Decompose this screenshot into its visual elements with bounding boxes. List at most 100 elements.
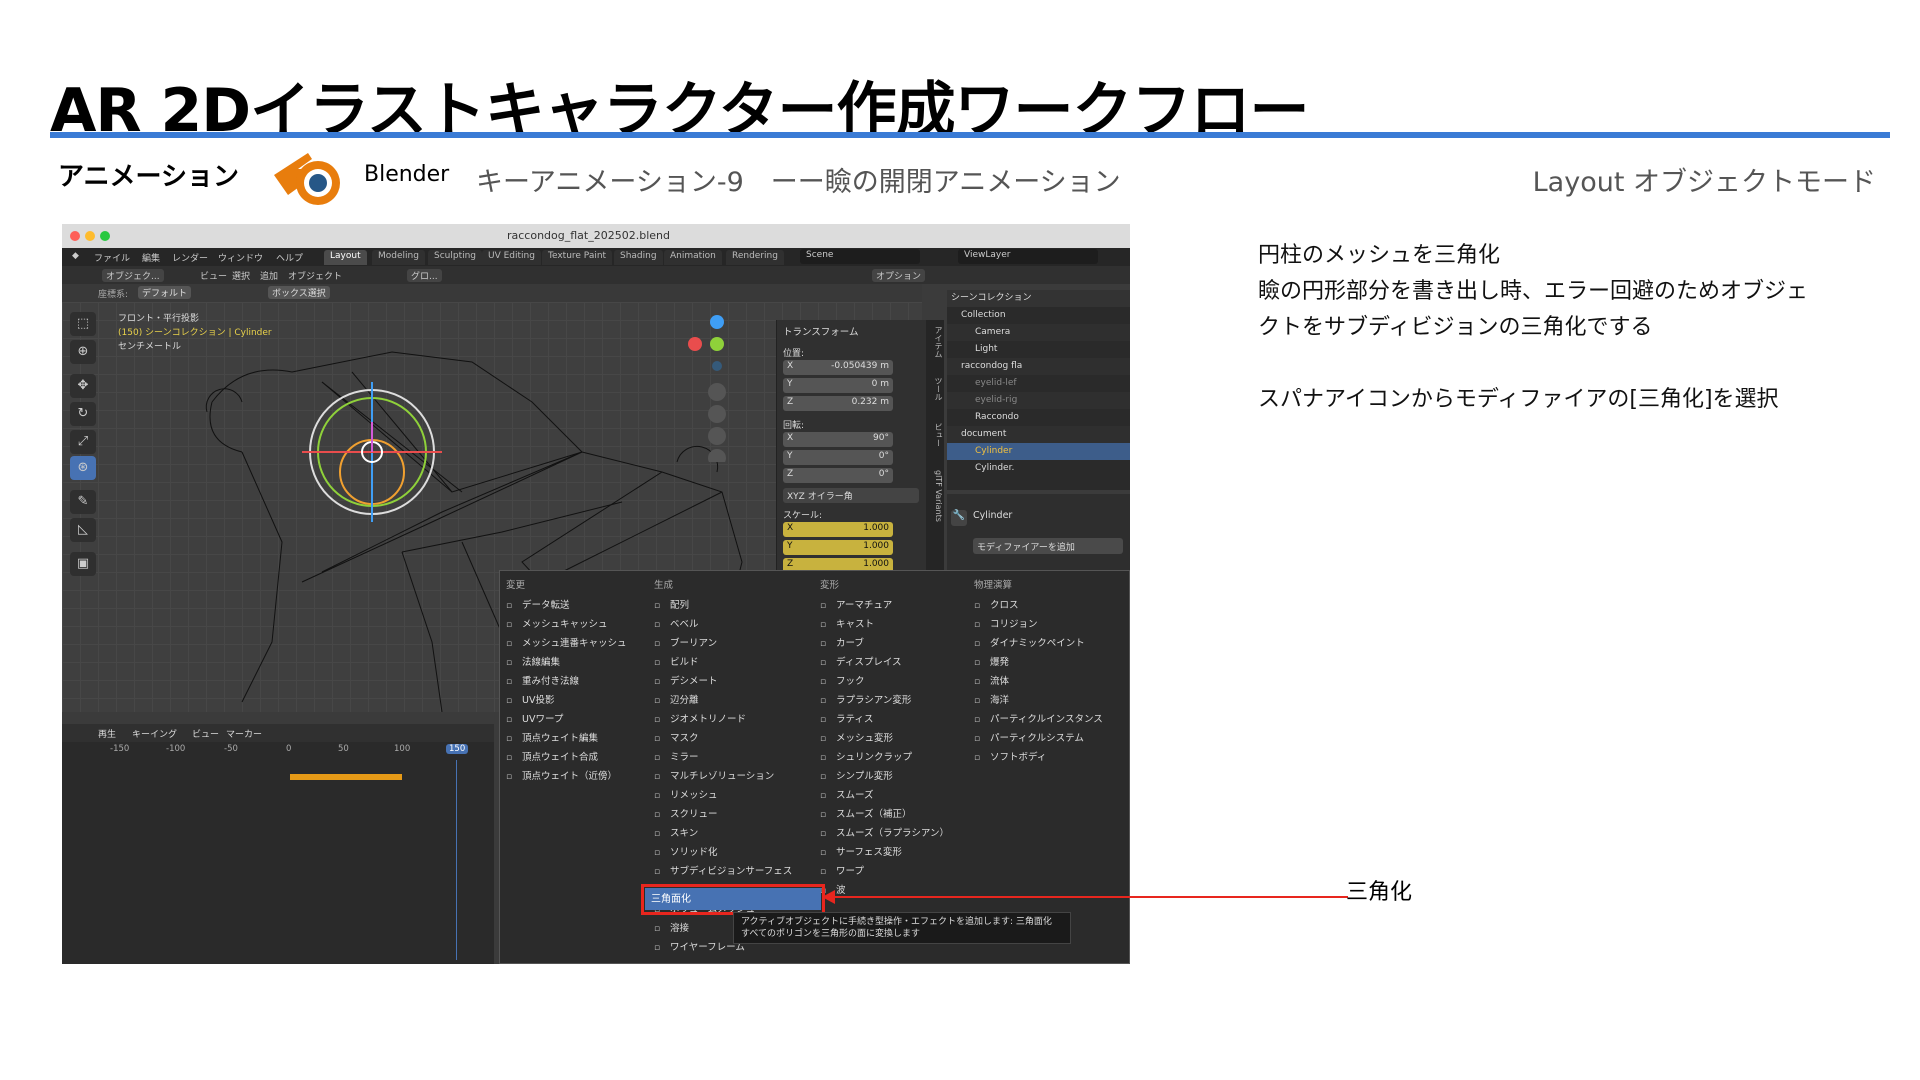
menu-item-1-8[interactable]: ▫ ミラー xyxy=(654,749,699,766)
current-frame-indicator[interactable]: 150 xyxy=(446,744,469,754)
minimize-window-button[interactable] xyxy=(85,231,95,241)
menu-item-2-3[interactable]: ▫ ディスプレイス xyxy=(820,654,902,671)
menu-item-2-7[interactable]: ▫ メッシュ変形 xyxy=(820,730,893,747)
menu-help[interactable]: ヘルプ xyxy=(276,251,303,264)
menu-item-0-4[interactable]: ▫ 重み付き法線 xyxy=(506,673,579,690)
rotation-z-field[interactable]: Z 0° xyxy=(783,468,893,483)
menu-item-1-0[interactable]: ▫ 配列 xyxy=(654,597,689,614)
menu-item-3-6[interactable]: ▫ パーティクルインスタンス xyxy=(974,711,1103,728)
menu-item-3-1[interactable]: ▫ コリジョン xyxy=(974,616,1038,633)
menu-edit[interactable]: 編集 xyxy=(142,251,160,264)
transform-orientation-dropdown[interactable]: グロ... xyxy=(407,269,442,282)
select-mode-dropdown[interactable]: ボックス選択 xyxy=(268,286,330,299)
menu-item-1-2[interactable]: ▫ ブーリアン xyxy=(654,635,717,652)
location-x-field[interactable]: X -0.050439 m xyxy=(783,360,893,375)
outliner-row[interactable]: Raccondo xyxy=(947,409,1130,426)
outliner-row[interactable]: eyelid-rig xyxy=(947,392,1130,409)
outliner-row[interactable]: Light xyxy=(947,341,1130,358)
outliner-row[interactable]: Cylinder xyxy=(947,443,1130,460)
timeline-marker-menu[interactable]: マーカー xyxy=(226,727,262,740)
close-window-button[interactable] xyxy=(70,231,80,241)
outliner-row[interactable]: raccondog fla xyxy=(947,358,1130,375)
scale-x-field[interactable]: X 1.000 xyxy=(783,522,893,537)
outliner-row[interactable]: eyelid-lef xyxy=(947,375,1130,392)
add-modifier-button[interactable]: モディファイアーを追加 xyxy=(973,538,1123,554)
timeline-keying-menu[interactable]: キーイング xyxy=(132,727,177,740)
menu-item-2-12[interactable]: ▫ スムーズ（ラプラシアン） xyxy=(820,825,949,842)
menu-item-1-11[interactable]: ▫ スクリュー xyxy=(654,806,718,823)
menu-item-2-14[interactable]: ▫ ワープ xyxy=(820,863,864,880)
measure-tool-icon[interactable]: ◺ xyxy=(70,518,96,542)
menu-item-2-4[interactable]: ▫ フック xyxy=(820,673,865,690)
menu-item-3-7[interactable]: ▫ パーティクルシステム xyxy=(974,730,1084,747)
menu-item-2-6[interactable]: ▫ ラティス xyxy=(820,711,873,728)
menu-item-0-6[interactable]: ▫ UVワープ xyxy=(506,711,563,728)
menu-item-1-1[interactable]: ▫ ベベル xyxy=(654,616,699,633)
menu-window[interactable]: ウィンドウ xyxy=(218,251,263,264)
menu-file[interactable]: ファイル xyxy=(94,251,130,264)
menu-item-0-0[interactable]: ▫ データ転送 xyxy=(506,597,570,614)
outliner-row[interactable]: Camera xyxy=(947,324,1130,341)
menu-select[interactable]: 選択 xyxy=(232,269,250,282)
add-cube-tool-icon[interactable]: ▣ xyxy=(70,552,96,576)
menu-item-0-3[interactable]: ▫ 法線編集 xyxy=(506,654,560,671)
transform-tool-icon[interactable]: ⊛ xyxy=(70,456,96,480)
scale-tool-icon[interactable]: ⤢ xyxy=(70,430,96,454)
tab-sculpting[interactable]: Sculpting xyxy=(428,250,483,265)
menu-item-1-7[interactable]: ▫ マスク xyxy=(654,730,699,747)
menu-item-2-1[interactable]: ▫ キャスト xyxy=(820,616,874,633)
menu-item-2-9[interactable]: ▫ シンプル変形 xyxy=(820,768,893,785)
mode-dropdown[interactable]: オブジェク... xyxy=(102,269,164,282)
menu-item-1-12[interactable]: ▫ スキン xyxy=(654,825,698,842)
menu-item-3-4[interactable]: ▫ 流体 xyxy=(974,673,1009,690)
blender-menu-icon[interactable]: ◆ xyxy=(72,251,79,261)
rotation-y-field[interactable]: Y 0° xyxy=(783,450,893,465)
navigation-gizmo[interactable] xyxy=(687,312,747,462)
menu-item-1-14[interactable]: ▫ サブディビジョンサーフェス xyxy=(654,863,792,880)
select-tool-icon[interactable]: ⬚ xyxy=(70,312,96,336)
tab-animation[interactable]: Animation xyxy=(664,250,722,265)
location-z-field[interactable]: Z 0.232 m xyxy=(783,396,893,411)
tab-view[interactable]: ビュー xyxy=(934,423,943,447)
tab-modeling[interactable]: Modeling xyxy=(372,250,425,265)
tab-texture-paint[interactable]: Texture Paint xyxy=(542,250,613,265)
rotation-mode-dropdown[interactable]: XYZ オイラー角 xyxy=(783,488,919,503)
transform-gizmo[interactable] xyxy=(302,382,442,522)
scale-y-field[interactable]: Y 1.000 xyxy=(783,540,893,555)
menu-item-3-3[interactable]: ▫ 爆発 xyxy=(974,654,1009,671)
menu-item-1-10[interactable]: ▫ リメッシュ xyxy=(654,787,718,804)
timeline-playback-menu[interactable]: 再生 xyxy=(98,727,116,740)
menu-item-0-8[interactable]: ▫ 頂点ウェイト合成 xyxy=(506,749,598,766)
rotate-tool-icon[interactable]: ↻ xyxy=(70,402,96,426)
menu-item-1-5[interactable]: ▫ 辺分離 xyxy=(654,692,699,709)
coord-dropdown[interactable]: デフォルト xyxy=(138,286,192,299)
menu-item-1-9[interactable]: ▫ マルチレゾリューション xyxy=(654,768,774,785)
menu-item-3-2[interactable]: ▫ ダイナミックペイント xyxy=(974,635,1085,652)
menu-item-1-13[interactable]: ▫ ソリッド化 xyxy=(654,844,718,861)
outliner-row[interactable]: document xyxy=(947,426,1130,443)
annotate-tool-icon[interactable]: ✎ xyxy=(70,490,96,514)
menu-item-2-11[interactable]: ▫ スムーズ（補正） xyxy=(820,806,912,823)
menu-item-2-2[interactable]: ▫ カーブ xyxy=(820,635,864,652)
menu-item-2-8[interactable]: ▫ シュリンクラップ xyxy=(820,749,912,766)
menu-render[interactable]: レンダー xyxy=(172,251,208,264)
tab-layout[interactable]: Layout xyxy=(324,250,367,265)
tab-rendering[interactable]: Rendering xyxy=(726,250,784,265)
timeline-view-menu[interactable]: ビュー xyxy=(192,727,219,740)
menu-item-0-7[interactable]: ▫ 頂点ウェイト編集 xyxy=(506,730,598,747)
cursor-tool-icon[interactable]: ⊕ xyxy=(70,340,96,364)
menu-item-1-18[interactable]: ▫ ワイヤーフレーム xyxy=(654,939,745,956)
tab-item[interactable]: アイテム xyxy=(934,326,943,358)
outliner-row[interactable]: Collection xyxy=(947,307,1130,324)
tab-tool[interactable]: ツール xyxy=(934,377,943,401)
wrench-icon[interactable]: 🔧 xyxy=(951,510,967,526)
menu-item-0-9[interactable]: ▫ 頂点ウェイト（近傍） xyxy=(506,768,617,785)
outliner-row[interactable]: Cylinder. xyxy=(947,460,1130,477)
menu-item-3-8[interactable]: ▫ ソフトボディ xyxy=(974,749,1046,766)
menu-item-1-6[interactable]: ▫ ジオメトリノード xyxy=(654,711,746,728)
menu-add[interactable]: 追加 xyxy=(260,269,278,282)
menu-item-0-1[interactable]: ▫ メッシュキャッシュ xyxy=(506,616,608,633)
tab-uv-editing[interactable]: UV Editing xyxy=(482,250,541,265)
location-y-field[interactable]: Y0 m xyxy=(783,378,893,393)
options-dropdown[interactable]: オプション xyxy=(872,269,926,282)
